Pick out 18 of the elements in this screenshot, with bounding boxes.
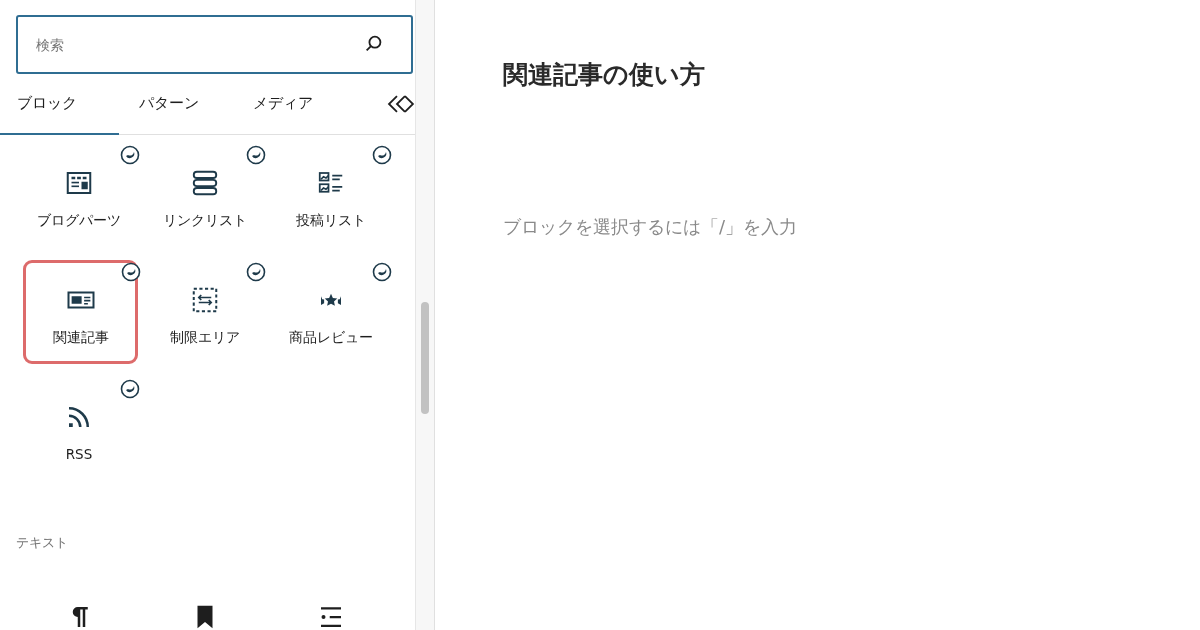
block-item[interactable]: 投稿リスト xyxy=(268,143,394,260)
scrollbar-thumb[interactable] xyxy=(421,302,429,414)
block-item[interactable]: RSS xyxy=(16,377,142,494)
collapse-icon[interactable] xyxy=(387,92,415,116)
tab[interactable]: ブロック xyxy=(0,74,119,135)
block-item[interactable]: 商品レビュー xyxy=(268,260,394,377)
dashed-box-icon xyxy=(190,285,220,315)
block-placeholder[interactable]: ブロックを選択するには「/」を入力 xyxy=(503,215,1200,239)
search-field[interactable]: 検索 xyxy=(16,15,413,74)
tab[interactable]: メディア xyxy=(236,74,356,135)
block-item[interactable]: ブログパーツ xyxy=(16,143,142,260)
section-heading: テキスト xyxy=(16,534,69,552)
block-item[interactable]: リンクリスト xyxy=(142,143,268,260)
tab[interactable]: パターン xyxy=(118,74,237,135)
post-title[interactable]: 関連記事の使い方 xyxy=(503,58,1200,91)
block-item[interactable]: 制限エリア xyxy=(142,260,268,377)
stacked-rows-icon xyxy=(190,168,220,198)
block-item[interactable]: 関連記事 xyxy=(23,260,138,364)
